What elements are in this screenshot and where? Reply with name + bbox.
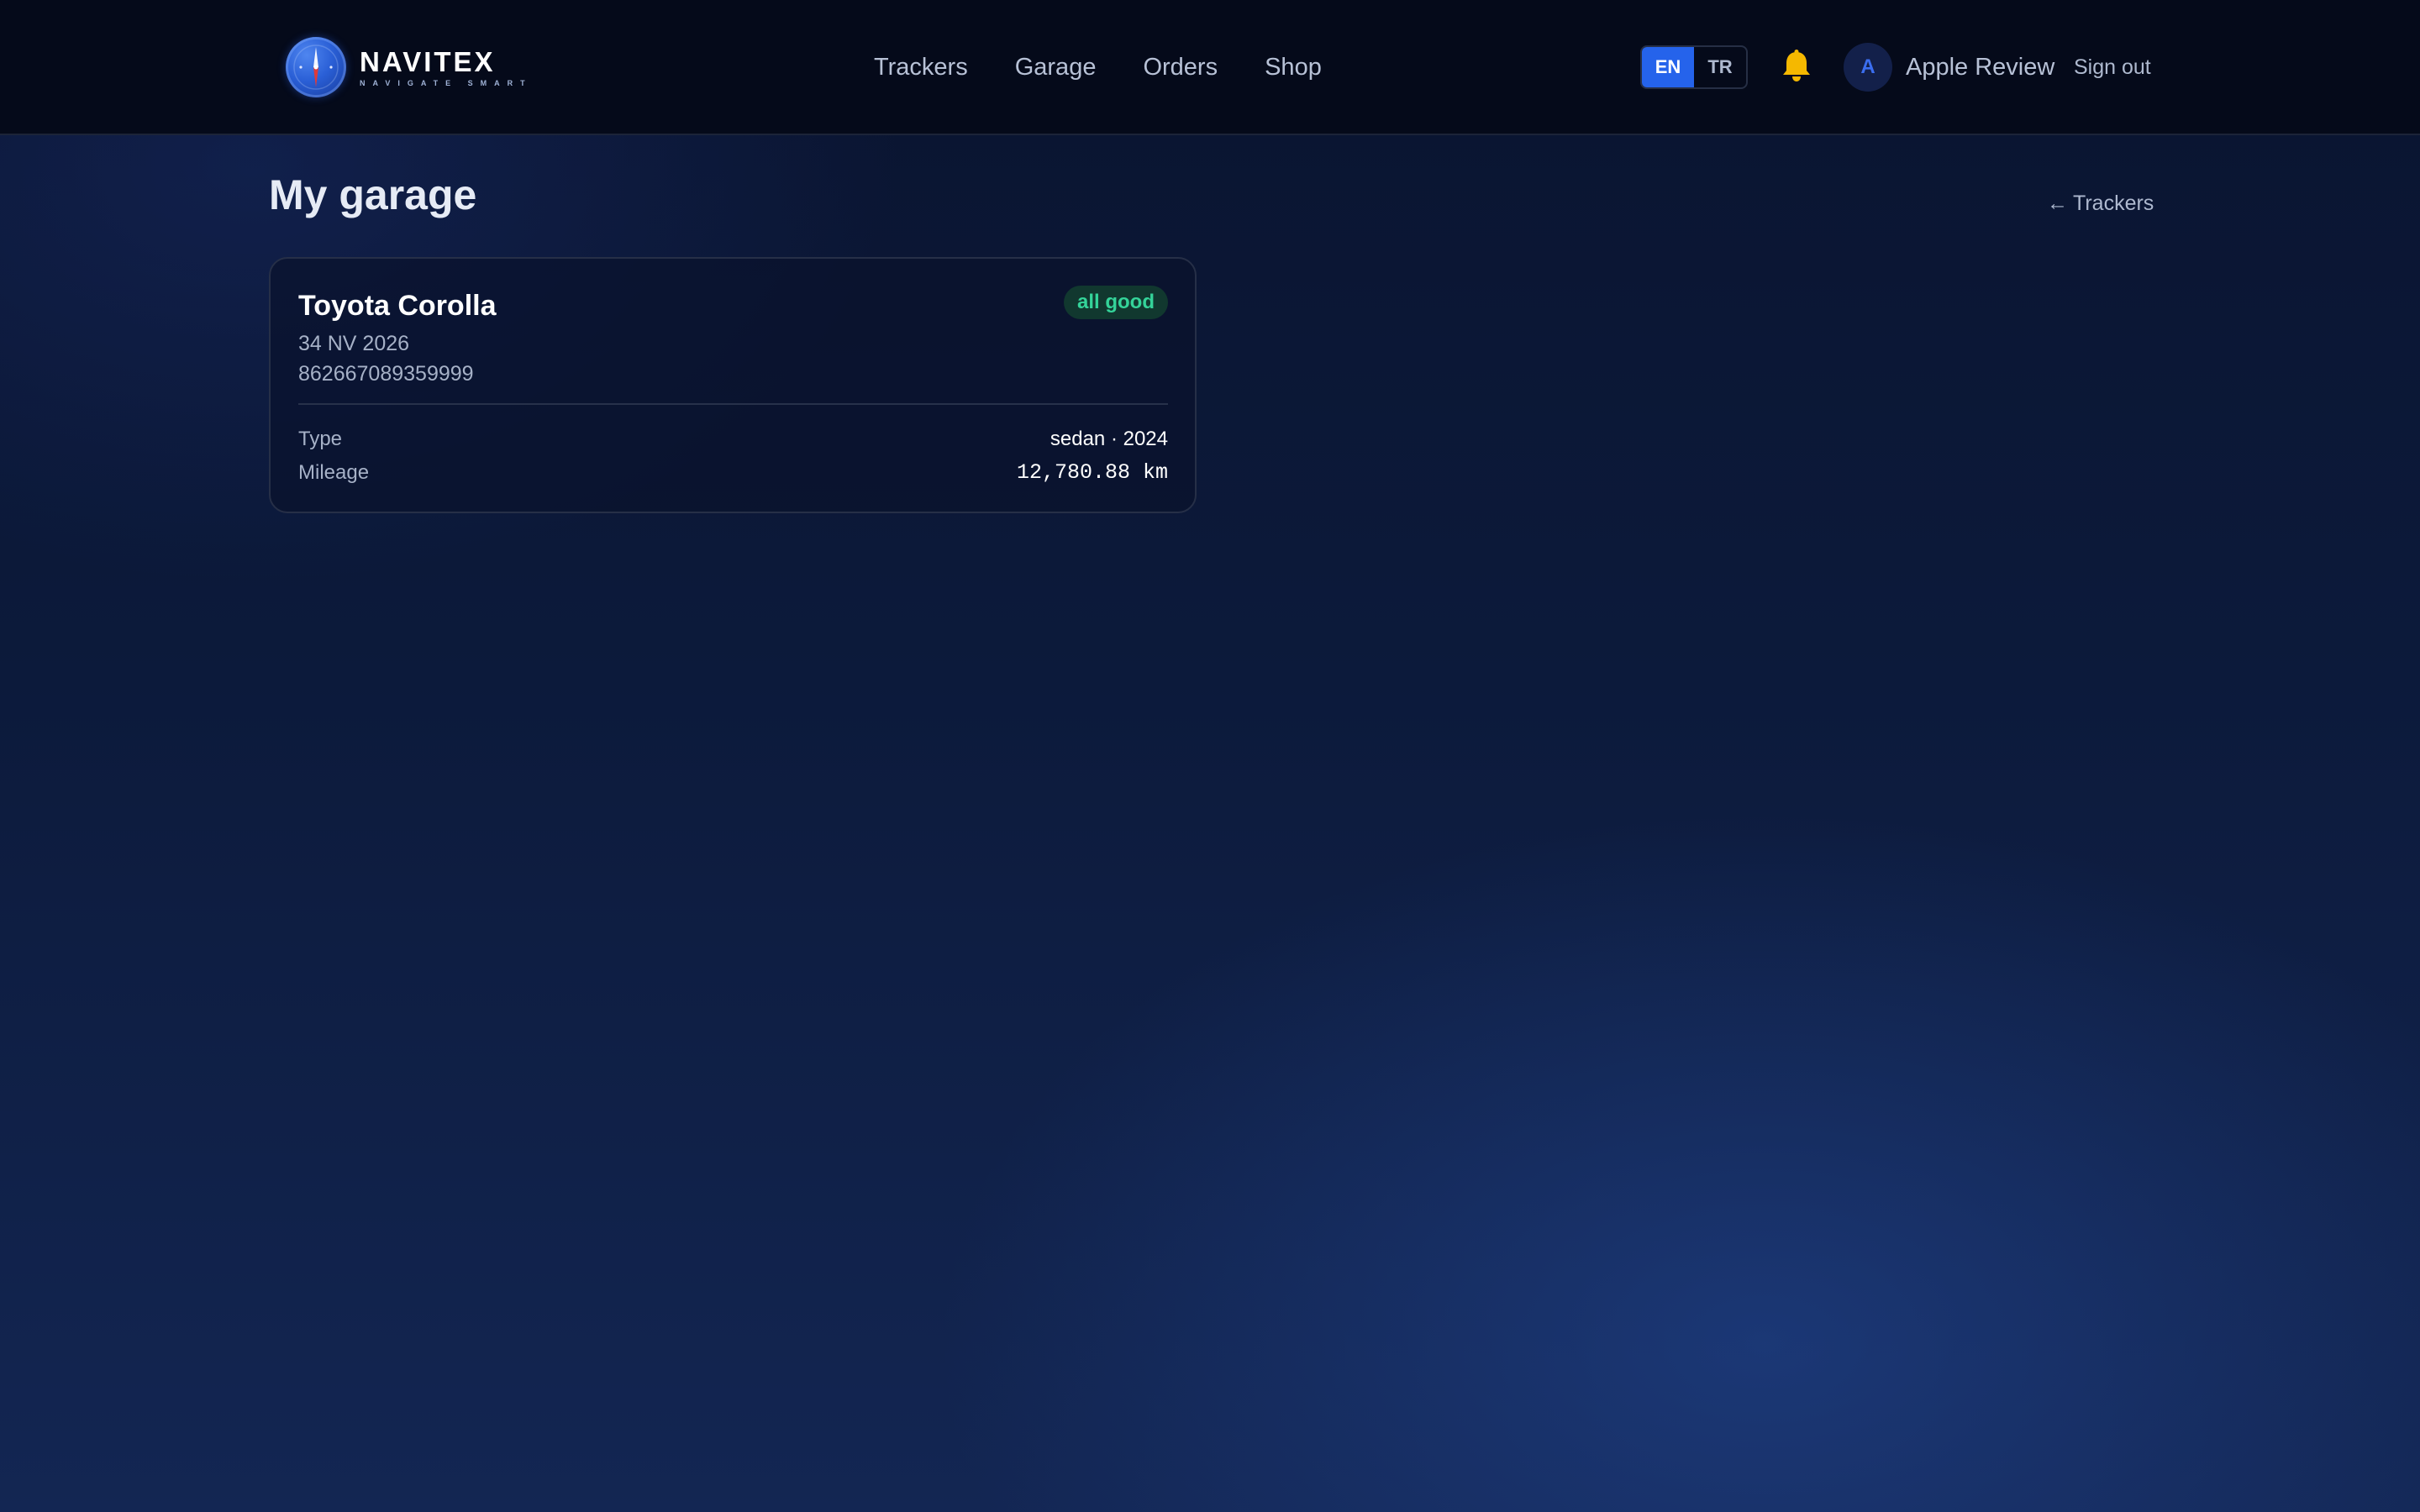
page-title: My garage [269,171,477,218]
user-name[interactable]: Apple Review [1906,50,2054,84]
brand-logo[interactable]: NAVITEX NAVIGATE SMART [286,36,533,98]
vehicle-name: Toyota Corolla [298,290,497,322]
back-link-label: Trackers [2073,192,2154,215]
avatar[interactable]: A [1844,43,1892,92]
back-to-trackers-link[interactable]: ← Trackers [2047,188,2154,218]
detail-row-type: Type sedan · 2024 [298,425,1168,454]
arrow-left-icon: ← [2047,192,2068,215]
detail-value: sedan · 2024 [1050,428,1168,450]
language-switcher: EN TR [1640,45,1748,89]
nav-item-garage[interactable]: Garage [1015,50,1097,84]
lang-tr-button[interactable]: TR [1694,47,1746,87]
detail-value: 12,780.88 km [1016,460,1168,485]
vehicle-card[interactable]: Toyota Corolla 34 NV 2026 86266708935999… [269,257,1197,513]
nav-item-shop[interactable]: Shop [1265,50,1322,84]
main-nav: Trackers Garage Orders Shop [874,50,1369,84]
detail-label: Type [298,428,343,450]
nav-item-orders[interactable]: Orders [1143,50,1218,84]
detail-row-mileage: Mileage 12,780.88 km [298,459,1168,487]
compass-logo-icon [286,37,346,97]
detail-label: Mileage [298,461,370,484]
top-navbar: NAVITEX NAVIGATE SMART Trackers Garage O… [0,0,2420,135]
sign-out-link[interactable]: Sign out [2074,52,2151,82]
card-divider [298,403,1168,405]
bell-icon[interactable] [1780,49,1813,84]
brand-name: NAVITEX [360,46,496,77]
vehicle-device-id: 862667089359999 [298,362,474,386]
lang-en-button[interactable]: EN [1642,47,1694,87]
vehicle-plate: 34 NV 2026 [298,332,410,355]
brand-tagline: NAVIGATE SMART [360,79,533,87]
nav-item-trackers[interactable]: Trackers [874,50,968,84]
status-badge: all good [1064,286,1168,319]
